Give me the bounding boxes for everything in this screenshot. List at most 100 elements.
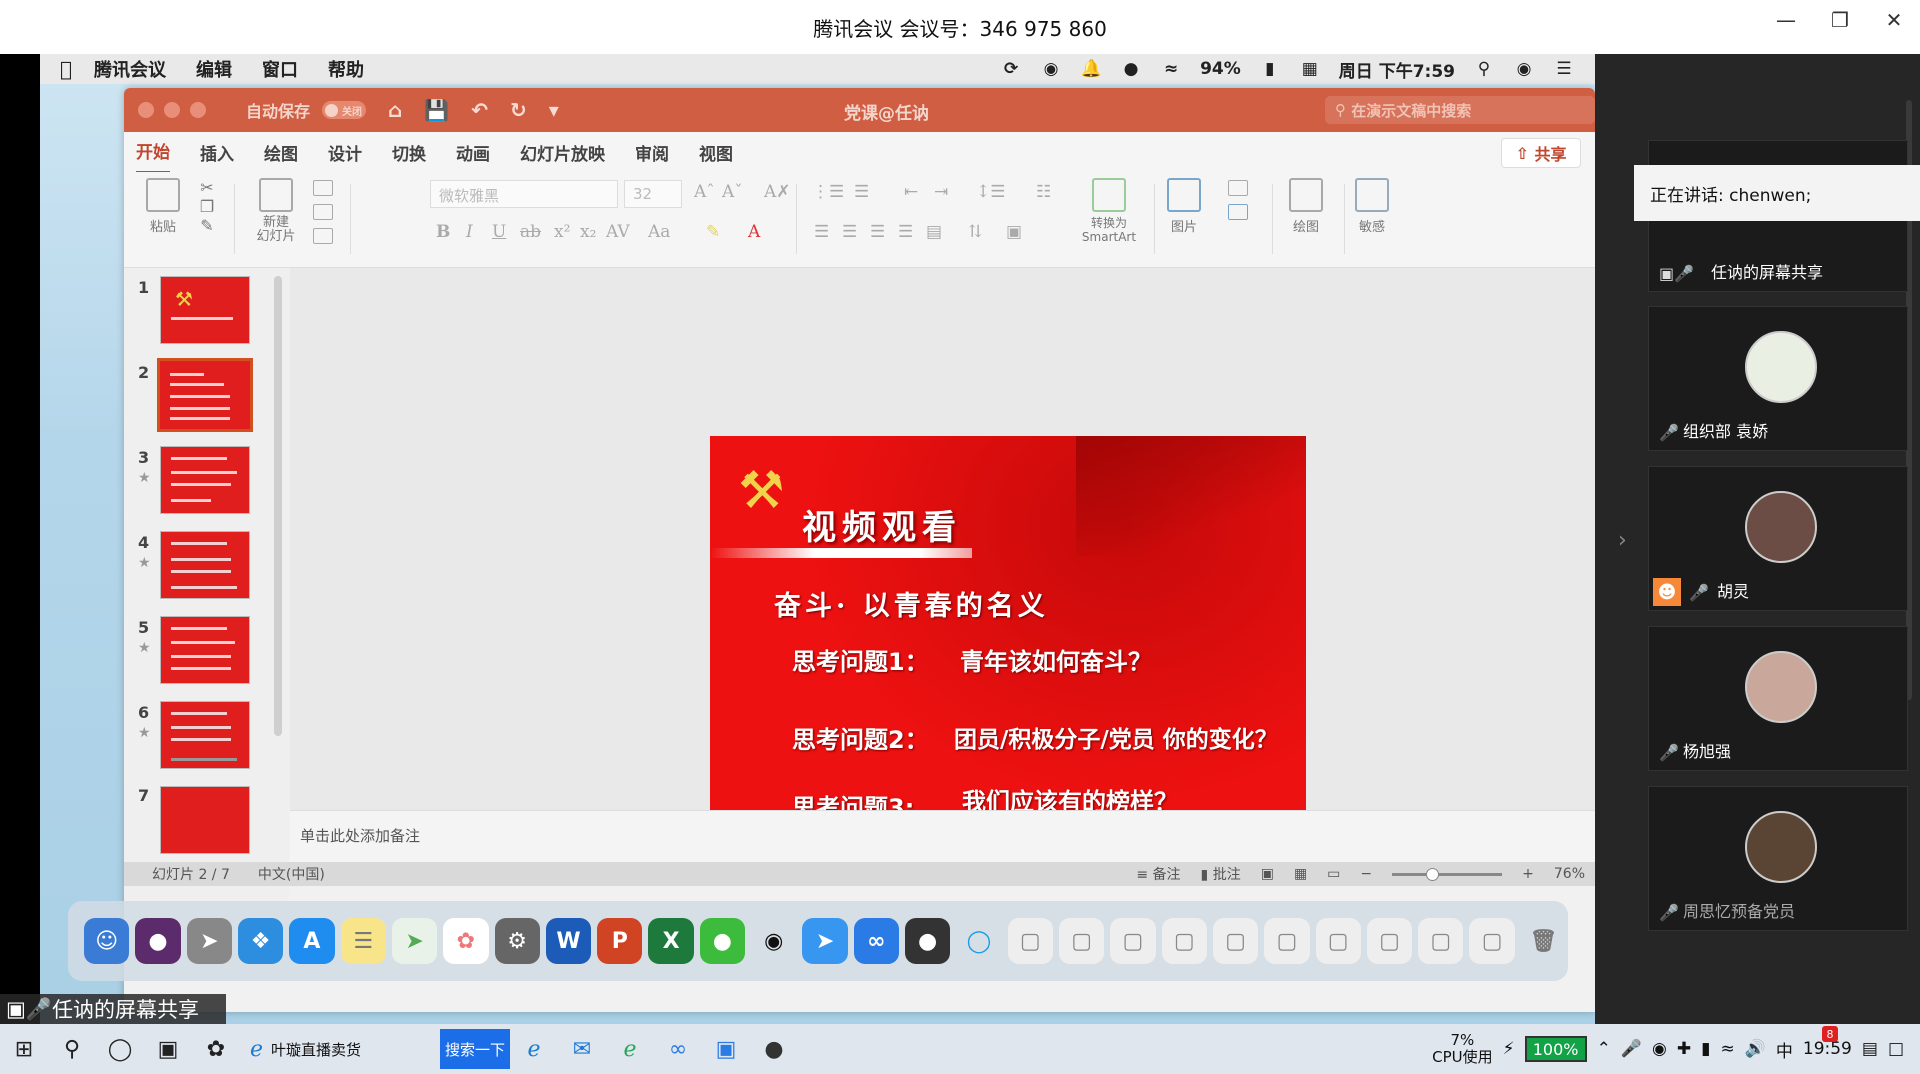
cut-icon[interactable]: ✂ xyxy=(194,178,220,197)
zoom-level[interactable]: 76% xyxy=(1554,866,1585,882)
video-app-icon[interactable]: ▣ xyxy=(702,1024,750,1074)
cortana-icon[interactable]: ◯ xyxy=(96,1024,144,1074)
meeting-icon[interactable]: ◉ xyxy=(1040,58,1062,80)
notes-app-icon[interactable]: ☰ xyxy=(340,918,386,964)
recent-doc-icon[interactable]: ▢ xyxy=(1058,918,1105,964)
convert-smartart-button[interactable]: 转换为 SmartArt xyxy=(1074,178,1144,244)
redo-icon[interactable]: ↻ xyxy=(510,98,527,122)
powerpoint-icon[interactable]: P xyxy=(597,918,643,964)
text-direction-icon[interactable]: ⇅ xyxy=(968,222,982,242)
tab-design[interactable]: 设计 xyxy=(328,132,362,173)
battery-indicator[interactable]: 100% xyxy=(1524,1036,1587,1062)
recent-doc-icon[interactable]: ▢ xyxy=(1161,918,1207,964)
qq-icon[interactable]: ◉ xyxy=(751,918,796,964)
slide-thumbnail-3[interactable] xyxy=(160,446,250,514)
align-center-icon[interactable]: ☰ xyxy=(842,222,857,242)
recent-doc-icon[interactable]: ▢ xyxy=(1110,918,1156,964)
thumbnail-scrollbar[interactable] xyxy=(274,276,282,736)
line-spacing-icon[interactable]: ↕☰ xyxy=(976,182,1005,202)
volume-icon[interactable]: 🔊 xyxy=(1745,1039,1766,1059)
search-field[interactable]: ⚲ 在演示文稿中搜索 xyxy=(1325,96,1595,124)
strikethrough-icon[interactable]: ab xyxy=(520,222,541,242)
edge-icon[interactable]: ℯ xyxy=(510,1024,558,1074)
highlight-icon[interactable]: ✎ xyxy=(706,222,720,242)
slide-thumbnail-7[interactable] xyxy=(160,786,250,854)
maps-icon[interactable]: ➤ xyxy=(391,918,438,964)
action-center-icon[interactable]: □ xyxy=(1888,1039,1904,1059)
input-method[interactable]: 中 xyxy=(1776,1037,1793,1062)
sensitivity-button[interactable]: 敏感 xyxy=(1352,178,1392,235)
input-method-icon[interactable]: ▦ xyxy=(1299,58,1321,80)
notes-toggle[interactable]: ≡ 备注 xyxy=(1136,864,1180,884)
minimize-dot-icon[interactable] xyxy=(164,102,180,118)
picture-button[interactable]: 图片 xyxy=(1164,178,1204,235)
font-color-icon[interactable]: A xyxy=(748,222,760,242)
security-tray-icon[interactable]: ✚ xyxy=(1677,1039,1691,1059)
app-circle-icon[interactable]: ● xyxy=(905,918,951,964)
new-slide-button[interactable]: 新建 幻灯片 xyxy=(248,178,304,244)
participant-card[interactable]: 🎤 杨旭强 xyxy=(1648,626,1908,771)
launchpad-icon[interactable]: ➤ xyxy=(186,918,232,964)
participant-card[interactable]: 🎤 ☻ 胡灵 xyxy=(1648,466,1908,611)
app-circle-icon[interactable]: ● xyxy=(750,1024,798,1074)
menu-app[interactable]: 腾讯会议 xyxy=(94,56,166,82)
tencent-meeting-taskbar-icon[interactable]: ∞ xyxy=(654,1024,702,1074)
search-icon[interactable]: ⚲ xyxy=(48,1024,96,1074)
mail-icon[interactable]: ✉ xyxy=(558,1024,606,1074)
recent-doc-icon[interactable]: ▢ xyxy=(1418,918,1464,964)
drawing-button[interactable]: 绘图 xyxy=(1284,178,1328,235)
align-right-icon[interactable]: ☰ xyxy=(870,222,885,242)
notes-pane[interactable]: 单击此处添加备注 xyxy=(290,810,1595,862)
slide-thumbnail-5[interactable] xyxy=(160,616,250,684)
bold-icon[interactable]: B xyxy=(436,222,450,242)
wifi-icon[interactable]: ≈ xyxy=(1720,1039,1734,1059)
mac-clock[interactable]: 周日 下午7:59 xyxy=(1339,57,1455,82)
slide-thumbnail-1[interactable]: ⚒ xyxy=(160,276,250,344)
system-preferences-icon[interactable]: ⚙ xyxy=(494,918,540,964)
section-icon[interactable] xyxy=(313,228,333,244)
microphone-icon[interactable]: 🎤 xyxy=(1621,1039,1642,1059)
home-icon[interactable]: ⌂ xyxy=(388,98,402,122)
shapes-icon[interactable] xyxy=(1228,180,1248,196)
zoom-dot-icon[interactable] xyxy=(190,102,206,118)
slide-thumbnail-2[interactable] xyxy=(157,358,253,432)
superscript-icon[interactable]: x² xyxy=(554,222,570,242)
textbox-icon[interactable] xyxy=(1228,204,1248,220)
save-icon[interactable]: 💾 xyxy=(424,98,449,122)
change-case-icon[interactable]: Aa xyxy=(648,222,670,242)
wechat-icon[interactable]: ● xyxy=(1120,58,1142,80)
tab-insert[interactable]: 插入 xyxy=(200,132,234,173)
battery-tray-icon[interactable]: ▮ xyxy=(1701,1039,1710,1059)
menu-edit[interactable]: 编辑 xyxy=(196,56,232,82)
excel-icon[interactable]: X xyxy=(648,918,694,964)
copy-icon[interactable]: ❐ xyxy=(194,197,220,216)
paste-button[interactable]: 粘贴 xyxy=(138,178,188,235)
tab-review[interactable]: 审阅 xyxy=(635,132,669,173)
battery-icon[interactable]: ▮ xyxy=(1259,58,1281,80)
task-manager-icon[interactable]: ▤ xyxy=(1862,1039,1878,1059)
finder-icon[interactable]: ☺ xyxy=(84,918,130,964)
recent-doc-icon[interactable]: ▢ xyxy=(1315,918,1361,964)
participant-card[interactable]: 🎤 组织部 袁娇 xyxy=(1648,306,1908,451)
close-dot-icon[interactable] xyxy=(138,102,154,118)
system-clock[interactable]: 19:59 xyxy=(1803,1039,1852,1059)
zoom-slider[interactable] xyxy=(1392,867,1503,881)
comments-toggle[interactable]: ▮ 批注 xyxy=(1201,864,1241,884)
qq-tray-icon[interactable]: ◉ xyxy=(1652,1039,1667,1059)
messages-icon[interactable]: ◯ xyxy=(956,918,1001,964)
chevron-right-icon[interactable]: › xyxy=(1618,528,1627,553)
siri-dock-icon[interactable]: ● xyxy=(135,918,181,964)
subscript-icon[interactable]: x₂ xyxy=(580,222,596,242)
decrease-indent-icon[interactable]: ⇤ xyxy=(904,182,918,202)
justify-icon[interactable]: ☰ xyxy=(898,222,913,242)
menu-help[interactable]: 帮助 xyxy=(328,56,364,82)
tab-slideshow[interactable]: 幻灯片放映 xyxy=(520,132,605,173)
windows-start-icon[interactable]: ⊞ xyxy=(0,1024,48,1074)
recent-doc-icon[interactable]: ▢ xyxy=(1212,918,1259,964)
wifi-icon[interactable]: ≈ xyxy=(1160,58,1182,80)
tab-draw[interactable]: 绘图 xyxy=(264,132,298,173)
task-view-icon[interactable]: ▣ xyxy=(144,1024,192,1074)
siri-icon[interactable]: ◉ xyxy=(1513,58,1535,80)
char-spacing-icon[interactable]: AV xyxy=(606,222,630,242)
slide-thumbnail-4[interactable] xyxy=(160,531,250,599)
